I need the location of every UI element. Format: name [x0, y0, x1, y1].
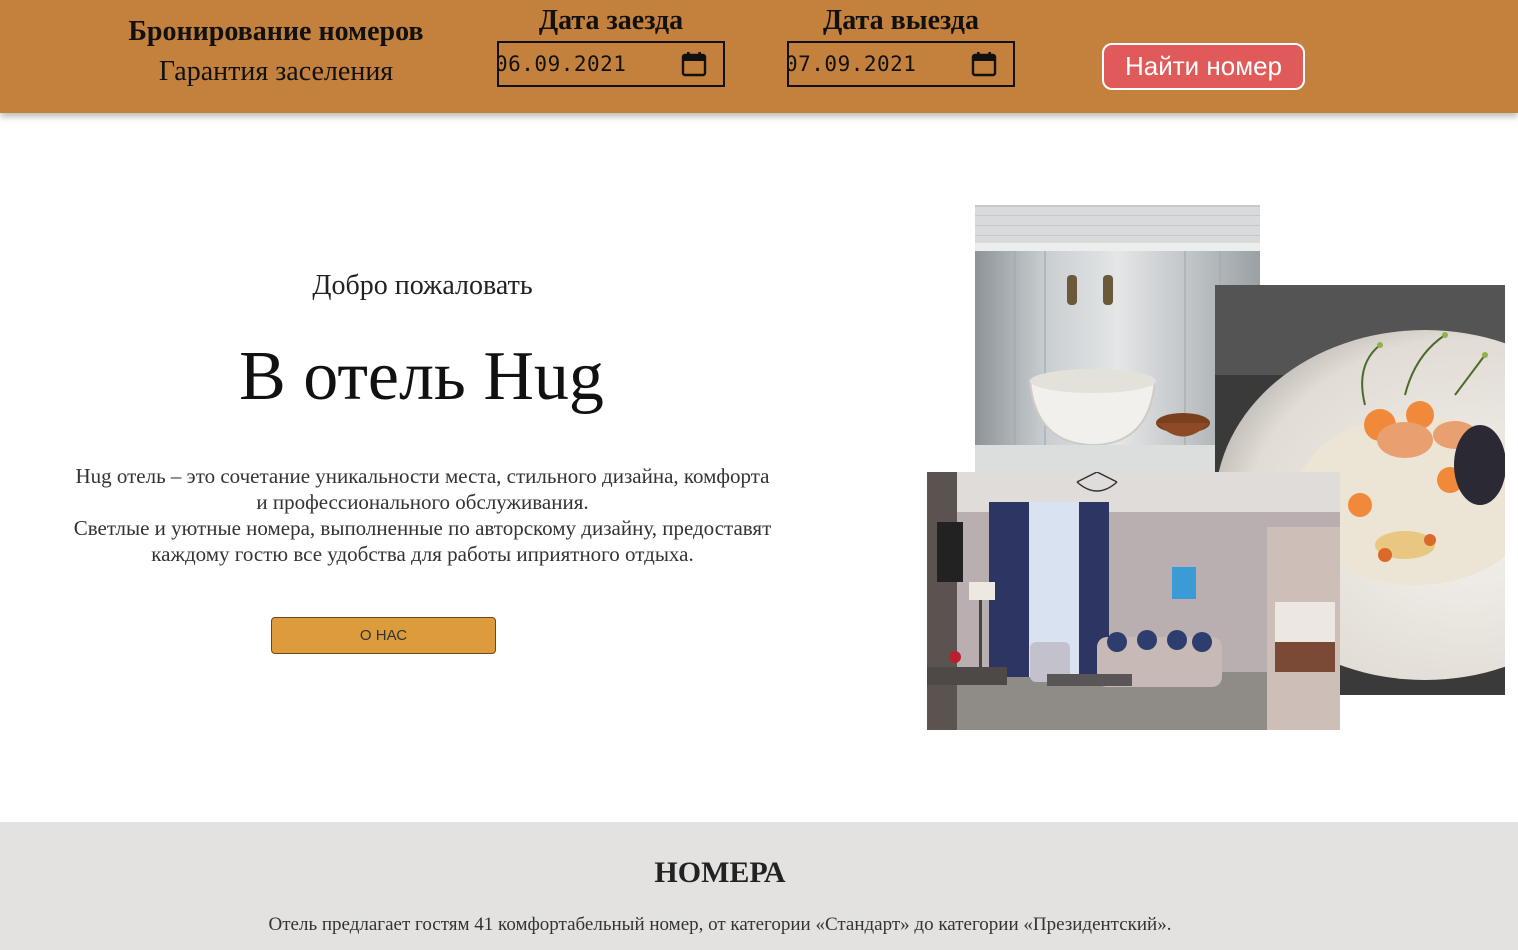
calendar-icon[interactable] — [681, 51, 707, 77]
checkout-label: Дата выезда — [823, 5, 979, 36]
hotel-room-photo — [927, 472, 1340, 730]
checkout-date-input[interactable]: 07.09.2021 — [787, 41, 1015, 87]
rooms-title: НОМЕРА — [654, 856, 786, 889]
brand-title: Бронирование номеров — [128, 16, 424, 47]
hero-desc-line: каждому гостю все удобства для работы ип… — [151, 542, 694, 566]
find-room-button[interactable]: Найти номер — [1102, 43, 1305, 90]
booking-header: Бронирование номеров Гарантия заселения … — [0, 0, 1518, 113]
checkin-group: Дата заезда — [497, 4, 725, 38]
rooms-description: Отель предлагает гостям 41 комфортабельн… — [268, 914, 1172, 935]
checkin-date-input[interactable]: 06.09.2021 — [497, 41, 725, 87]
about-us-button[interactable]: О НАС — [271, 617, 496, 654]
brand-block: Бронирование номеров Гарантия заселения — [100, 14, 452, 90]
hero-title: В отель Hug — [239, 338, 604, 415]
rooms-section: НОМЕРА Отель предлагает гостям 41 комфор… — [0, 822, 1518, 950]
brand-subtitle: Гарантия заселения — [158, 56, 394, 87]
hero-desc-line: Hug отель – это сочетание уникальности м… — [75, 464, 770, 488]
checkin-date-value: 06.09.2021 — [497, 52, 627, 76]
checkout-date-value: 07.09.2021 — [787, 52, 917, 76]
hero-desc-line: и профессионального обслуживания. — [256, 490, 589, 514]
checkin-label: Дата заезда — [538, 5, 684, 36]
calendar-icon[interactable] — [971, 51, 997, 77]
welcome-text: Добро пожаловать — [312, 270, 533, 301]
hero-section: Добро пожаловать В отель Hug Hug отель –… — [40, 268, 805, 567]
hero-desc-line: Светлые и уютные номера, выполненные по … — [73, 516, 772, 540]
hero-description: Hug отель – это сочетание уникальности м… — [40, 463, 805, 567]
checkout-group: Дата выезда — [787, 4, 1015, 38]
